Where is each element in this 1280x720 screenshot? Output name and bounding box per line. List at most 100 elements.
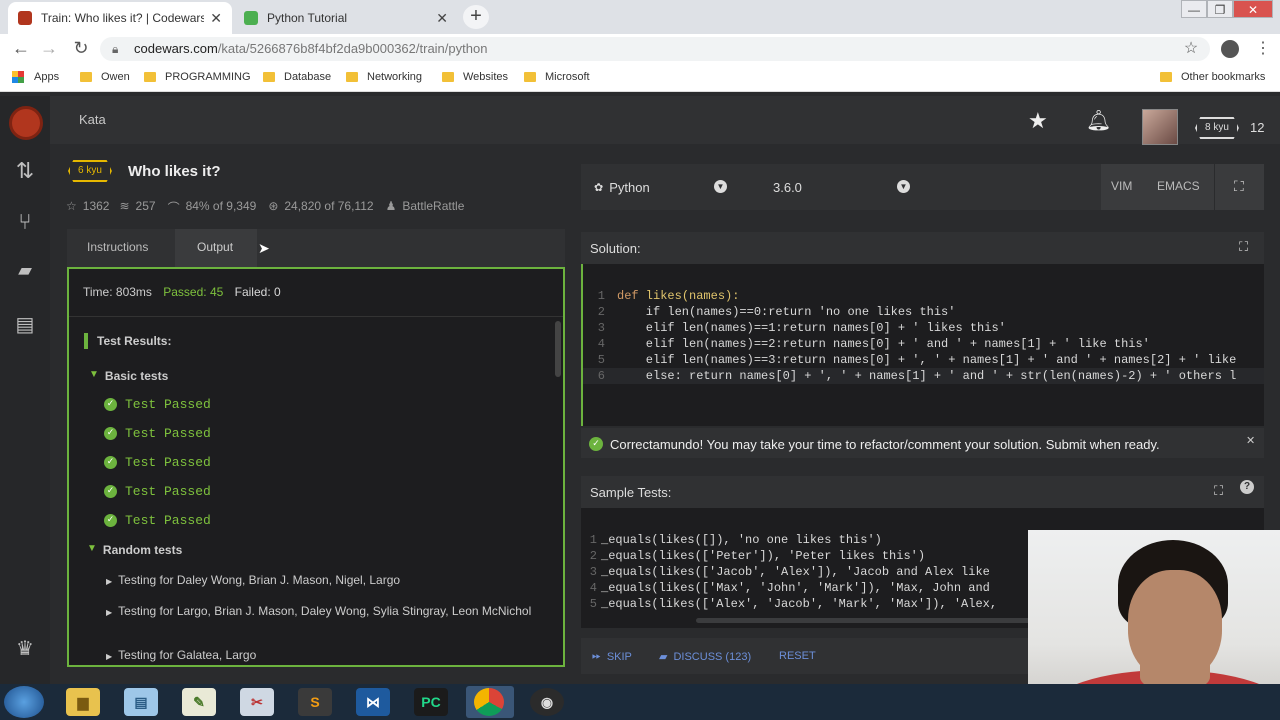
tab-output[interactable]: Output <box>175 229 257 267</box>
avatar[interactable] <box>1142 109 1178 145</box>
star-icon[interactable]: ☆ <box>66 199 77 216</box>
close-tab-icon[interactable]: ✕ <box>436 10 448 27</box>
vscode-icon[interactable]: ⋈ <box>356 688 390 716</box>
code-line: 2 if len(names)==0:return 'no one likes … <box>597 305 956 319</box>
stars-count: 1362 <box>82 199 110 213</box>
profile-icon[interactable] <box>1221 40 1239 58</box>
start-button[interactable] <box>4 686 44 718</box>
author-icon: ♟ <box>385 199 397 213</box>
close-window-icon[interactable]: ✕ <box>1233 0 1273 18</box>
reload-icon[interactable]: ↻ <box>70 38 92 59</box>
random-tests-group[interactable]: ▼ Random tests <box>87 543 182 557</box>
horizontal-scrollbar[interactable] <box>696 618 1056 623</box>
test-result-label: Test Passed <box>125 484 211 499</box>
notifications-bell-icon[interactable]: 🔔︎ <box>1086 108 1111 133</box>
bookmark-label: Other bookmarks <box>1181 71 1266 83</box>
pycharm-icon[interactable]: PC <box>414 688 448 716</box>
bookmark-microsoft[interactable]: Microsoft <box>524 71 590 83</box>
solution-editor[interactable]: 1 def likes(names): 2 if len(names)==0:ret… <box>581 264 1264 426</box>
tab-title: Python Tutorial <box>267 11 348 25</box>
menu-icon[interactable]: ⋮ <box>1252 38 1274 58</box>
bookmark-websites[interactable]: Websites <box>442 71 508 83</box>
expand-icon[interactable]: ⛶ <box>1214 483 1223 499</box>
code-text: _equals(likes(['Max', 'John', 'Mark']), … <box>601 581 990 595</box>
obs-studio-icon[interactable]: ◉ <box>530 688 564 716</box>
reset-button[interactable]: RESET <box>779 650 816 662</box>
random-test-item[interactable]: ▶ Testing for Galatea, Largo <box>106 648 546 662</box>
bookmark-owen[interactable]: Owen <box>80 71 130 83</box>
new-tab-button[interactable]: + <box>463 5 489 29</box>
code-line: 1 def likes(names): <box>597 289 740 303</box>
folder-icon <box>80 72 92 82</box>
vim-button[interactable]: VIM <box>1111 179 1132 193</box>
snipping-tool-icon[interactable]: ✂ <box>240 688 274 716</box>
check-icon: ✓ <box>104 456 117 469</box>
maximize-window-icon[interactable]: ❐ <box>1207 0 1233 18</box>
chrome-icon[interactable] <box>474 688 504 716</box>
test-result: ✓ Test Passed <box>104 397 211 412</box>
minimize-window-icon[interactable]: — <box>1181 0 1207 18</box>
w3schools-favicon-icon <box>244 11 258 25</box>
language-select[interactable]: ✿ Python <box>594 180 650 195</box>
mouse-cursor-icon: ➤ <box>258 240 270 256</box>
codewars-logo-icon[interactable] <box>9 106 43 140</box>
output-scrollbar[interactable] <box>555 321 561 377</box>
test-result-label: Test Passed <box>125 426 211 441</box>
kata-author[interactable]: BattleRattle <box>402 199 464 216</box>
version-select[interactable]: 3.6.0 <box>773 180 802 195</box>
completed-icon: ⊛ <box>268 199 279 213</box>
bookmark-apps[interactable]: Apps <box>12 71 59 83</box>
sublime-text-icon[interactable]: S <box>298 688 332 716</box>
fork-icon[interactable]: ⑂ <box>12 209 38 234</box>
close-tab-icon[interactable]: ✕ <box>210 10 222 27</box>
bookmark-icon[interactable]: ★ <box>1028 108 1048 133</box>
codewars-favicon-icon <box>18 11 32 25</box>
random-test-item[interactable]: ▶ Testing for Largo, Brian J. Mason, Dale… <box>106 603 546 621</box>
failed-count: Failed: 0 <box>234 285 281 299</box>
code-text: elif len(names)==3:return names[0] + ', … <box>617 353 1237 367</box>
close-icon[interactable]: ✕ <box>1246 434 1255 447</box>
emacs-button[interactable]: EMACS <box>1157 179 1200 193</box>
expand-icon[interactable]: ⛶ <box>1239 239 1248 255</box>
back-icon[interactable]: ← <box>10 38 32 59</box>
bookmark-other[interactable]: Other bookmarks <box>1160 71 1265 83</box>
bookmark-programming[interactable]: PROGRAMMING <box>144 71 251 83</box>
discuss-button[interactable]: ▰ DISCUSS (123) <box>659 650 751 664</box>
group-label: Random tests <box>102 543 183 557</box>
chevron-down-icon[interactable]: ▼ <box>897 180 910 193</box>
discuss-icon[interactable]: ▰ <box>12 260 38 284</box>
chevron-down-icon[interactable]: ▼ <box>714 180 727 193</box>
forward-icon[interactable]: → <box>38 38 60 59</box>
leaderboard-trophy-icon[interactable]: ♛ <box>12 636 38 660</box>
bookmark-database[interactable]: Database <box>263 71 331 83</box>
bookmark-networking[interactable]: Networking <box>346 71 422 83</box>
basic-tests-group[interactable]: ▼ Basic tests <box>89 369 168 383</box>
browser-tab-python-tutorial[interactable]: Python Tutorial ✕ <box>234 2 458 34</box>
test-result-label: Test Passed <box>125 513 211 528</box>
user-rank-badge: 8 kyu <box>1195 117 1239 139</box>
browser-tab-codewars[interactable]: Train: Who likes it? | Codewars ✕ <box>8 2 232 34</box>
random-test-item[interactable]: ▶ Testing for Daley Wong, Brian J. Mason,… <box>106 573 546 587</box>
tab-instructions[interactable]: Instructions <box>87 240 148 254</box>
results-marker <box>84 333 88 349</box>
code-line: 5 elif len(names)==3:return names[0] + '… <box>597 353 1237 367</box>
docs-icon[interactable]: ▤ <box>12 312 38 336</box>
bookmark-label: Database <box>284 71 332 83</box>
bookmark-star-icon[interactable]: ☆ <box>1180 38 1202 58</box>
divider <box>69 316 563 317</box>
skip-label: SKIP <box>606 650 632 663</box>
skip-button[interactable]: ⏩︎ SKIP <box>592 650 632 663</box>
notepad-plus-icon[interactable]: ✎ <box>182 688 216 716</box>
collection-icon: ≋ <box>119 199 130 213</box>
address-bar[interactable]: 🔒︎ codewars.com/kata/5266876b8f4bf2da9b0… <box>100 37 1210 61</box>
fullscreen-icon[interactable]: ⛶ <box>1234 178 1244 195</box>
file-explorer-icon[interactable]: ▆ <box>66 688 100 716</box>
url-host: codewars.com <box>134 41 218 56</box>
collections-count: 257 <box>135 199 156 213</box>
bookmark-label: Microsoft <box>545 71 590 83</box>
satisfaction-icon: ⌒ <box>167 201 180 215</box>
practice-icon[interactable]: ⇅ <box>12 158 38 183</box>
notepad-icon[interactable]: ▤ <box>124 688 158 716</box>
code-text: else: return names[0] + ', ' + names[1] … <box>617 369 1237 383</box>
help-icon[interactable]: ? <box>1240 480 1254 494</box>
